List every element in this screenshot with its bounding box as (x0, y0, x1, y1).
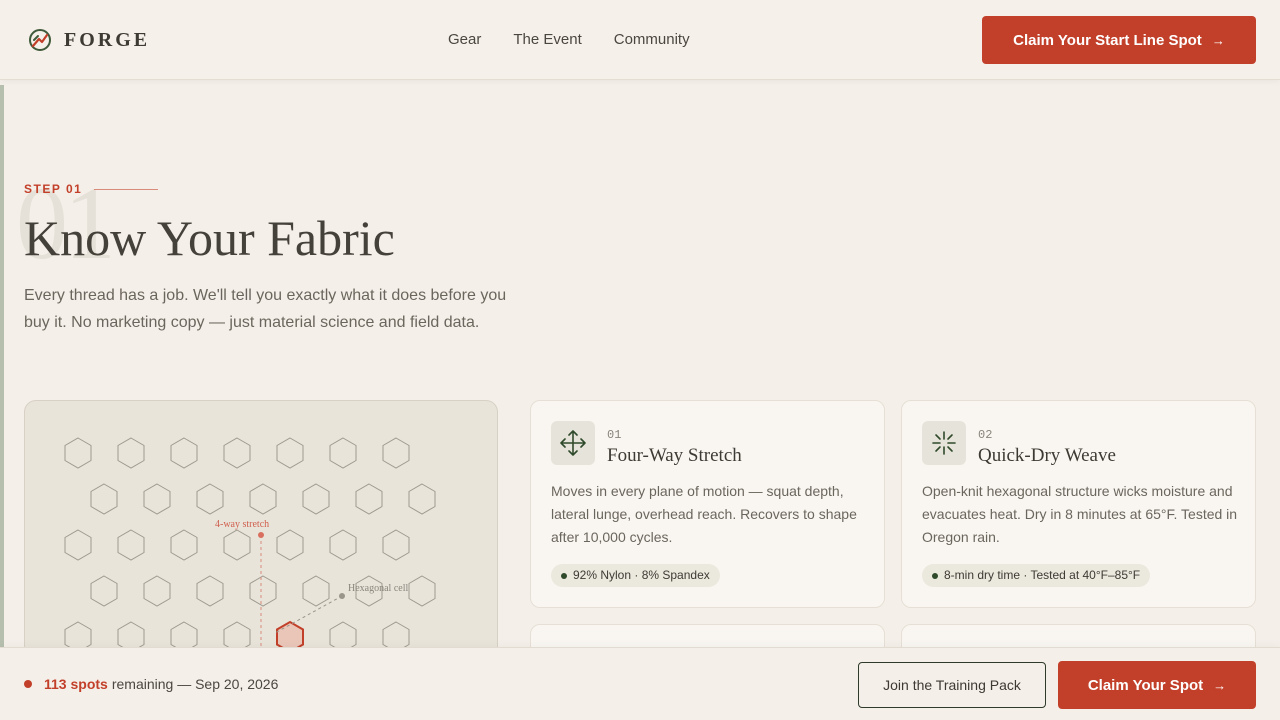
hex-cell (382, 437, 410, 469)
cell-annotation: Hexagonal cell (348, 583, 408, 594)
card-title: Quick-Dry Weave (978, 445, 1116, 466)
join-training-pack-button[interactable]: Join the Training Pack (858, 662, 1046, 708)
spots-count: 113 spots (44, 676, 108, 692)
move-arrows-icon (551, 421, 595, 465)
claim-start-line-button[interactable]: Claim Your Start Line Spot → (982, 16, 1256, 64)
hex-cell (382, 529, 410, 561)
status-dot (24, 680, 32, 688)
hex-cell (223, 529, 251, 561)
hex-cell (276, 529, 304, 561)
claim-start-line-label: Claim Your Start Line Spot (1013, 31, 1202, 49)
hex-cell (64, 437, 92, 469)
spots-text: remaining — Sep 20, 2026 (111, 676, 279, 692)
hex-cell (329, 529, 357, 561)
hex-cell (170, 529, 198, 561)
spots-remaining: 113 spots remaining — Sep 20, 2026 (24, 676, 278, 692)
card-number: 02 (978, 428, 993, 442)
claim-spot-label: Claim Your Spot (1087, 676, 1204, 694)
page-title: Know Your Fabric (24, 210, 395, 266)
hex-cell (408, 483, 436, 515)
forge-logo-icon (29, 29, 51, 51)
feature-card-stretch: 01 Four-Way Stretch Moves in every plane… (530, 400, 885, 608)
hex-cell (249, 575, 277, 607)
hex-cell (223, 437, 251, 469)
step-indicator: STEP 01 (24, 182, 159, 196)
hex-cell (117, 437, 145, 469)
arrow-right-icon: → (1211, 32, 1225, 48)
dry-time-tag: 8-min dry time · Tested at 40°F–85°F (922, 564, 1151, 587)
card-title: Four-Way Stretch (607, 445, 742, 466)
hex-cell (90, 483, 118, 515)
card-number: 01 (607, 428, 622, 442)
site-header: FORGE Gear The Event Community Claim You… (0, 0, 1280, 80)
hex-cell (276, 437, 304, 469)
step-divider (94, 188, 159, 190)
claim-spot-button[interactable]: Claim Your Spot → (1058, 661, 1256, 709)
fabric-diagram: 4-way stretch Hexagonal cell (24, 400, 498, 660)
sticky-bottom-bar: 113 spots remaining — Sep 20, 2026 Join … (0, 647, 1280, 720)
hex-mesh-illustration: 4-way stretch Hexagonal cell (64, 437, 436, 659)
hex-cell (90, 575, 118, 607)
feature-card-quick-dry: 02 Quick-Dry Weave Open-knit hexagonal s… (901, 400, 1256, 608)
hex-cell (196, 483, 224, 515)
nav-item-the-event[interactable]: The Event (513, 31, 581, 48)
hex-cell (408, 575, 436, 607)
hex-cell (170, 437, 198, 469)
hex-cell (249, 483, 277, 515)
card-description: Moves in every plane of motion — squat d… (551, 483, 857, 545)
hex-cell (302, 483, 330, 515)
material-tag: 92% Nylon · 8% Spandex (551, 564, 720, 587)
hex-cell (117, 529, 145, 561)
nav-item-gear[interactable]: Gear (448, 31, 481, 48)
hex-grid (64, 437, 436, 654)
stretch-marker (258, 532, 264, 538)
step-label: STEP 01 (24, 182, 83, 196)
hex-cell (302, 575, 330, 607)
hex-cell (143, 483, 171, 515)
stretch-annotation: 4-way stretch (215, 519, 269, 530)
section-rail (0, 85, 4, 720)
main-nav: Gear The Event Community (448, 31, 722, 48)
cell-marker (339, 593, 345, 599)
card-description: Open-knit hexagonal structure wicks mois… (922, 483, 1238, 545)
hex-cell (143, 575, 171, 607)
brand-logo[interactable]: FORGE (28, 28, 150, 52)
page-subtitle: Every thread has a job. We'll tell you e… (24, 287, 507, 331)
arrow-right-icon: → (1213, 677, 1227, 693)
nav-item-community[interactable]: Community (614, 31, 690, 48)
hex-cell (64, 529, 92, 561)
hex-cell (355, 483, 383, 515)
hex-cell (329, 437, 357, 469)
hex-cell (196, 575, 224, 607)
brand-name: FORGE (64, 28, 151, 51)
burst-icon (922, 421, 966, 465)
